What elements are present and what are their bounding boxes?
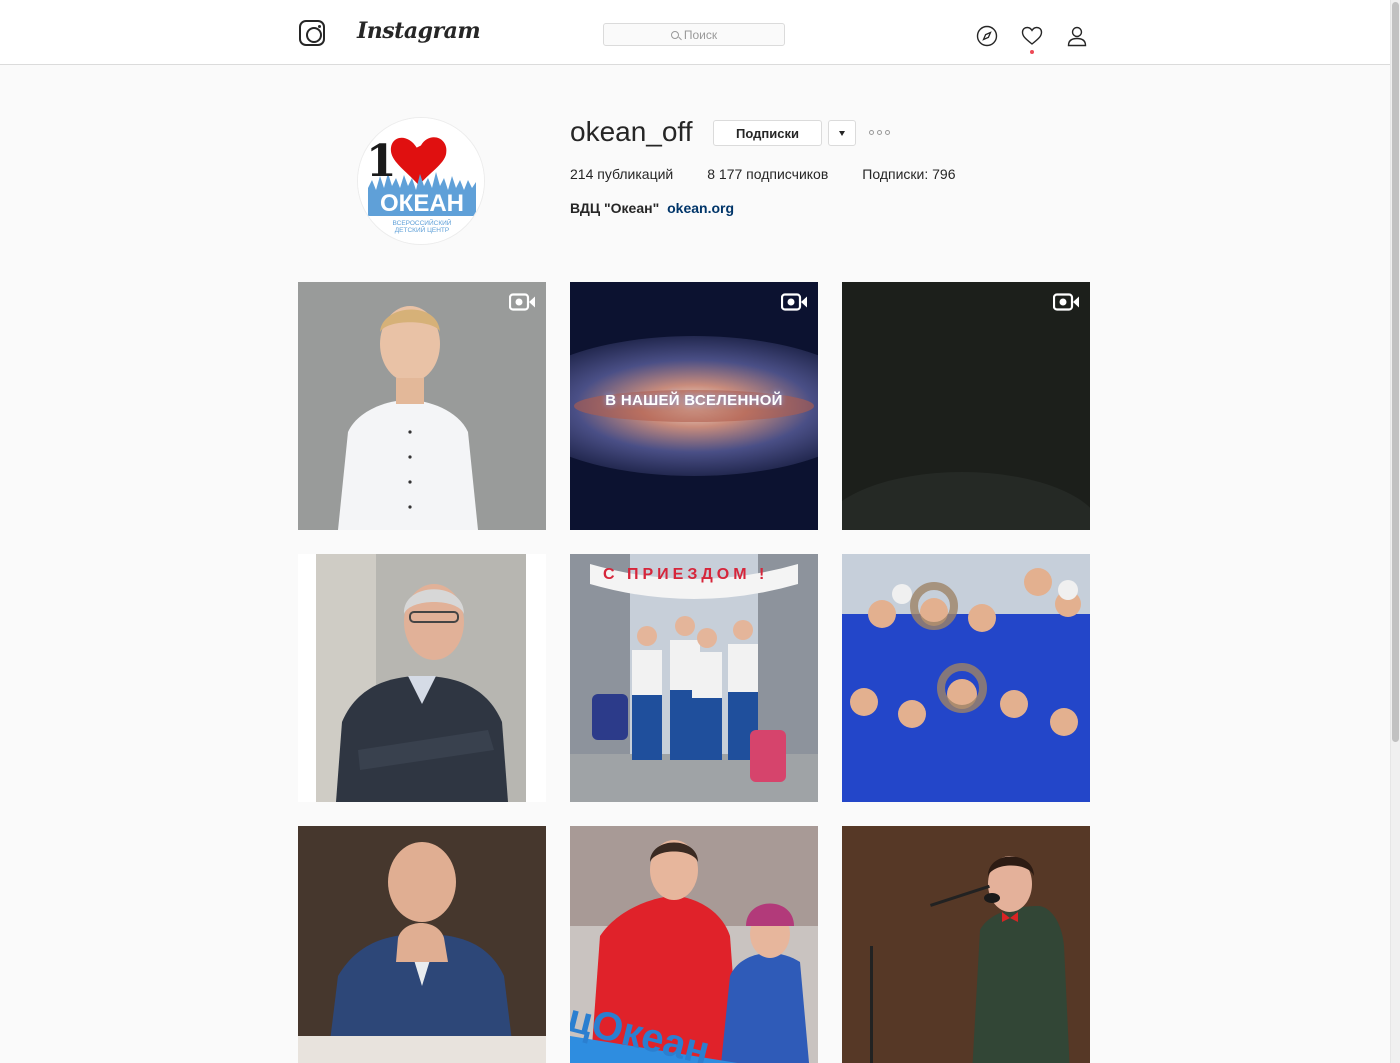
post-image	[842, 282, 1090, 530]
okean-logo-image: 1 ОКЕАН ВСЕРОССИЙСКИЙ ДЕТСКИЙ ЦЕНТР	[358, 118, 484, 244]
post-image	[298, 826, 546, 1063]
logo-number-one: 1	[366, 136, 397, 187]
heart-icon[interactable]	[1021, 25, 1043, 47]
video-camera-icon	[781, 293, 807, 311]
post-tile[interactable]	[298, 554, 546, 802]
following-button[interactable]: Подписки	[713, 120, 822, 146]
video-camera-icon	[1053, 293, 1079, 311]
following-count[interactable]: Подписки: 796	[862, 166, 955, 182]
post-image	[842, 554, 1090, 802]
logo-okean-text: ОКЕАН	[380, 190, 464, 217]
chevron-down-icon	[839, 130, 845, 136]
video-camera-icon	[509, 293, 535, 311]
top-navigation-bar: Instagram Поиск	[0, 0, 1400, 65]
followers-count[interactable]: 8 177 подписчиков	[707, 166, 828, 182]
post-overlay-caption: В НАШЕЙ ВСЕЛЕННОЙ	[605, 392, 783, 409]
post-overlay-caption: С ПРИЕЗДОМ !	[603, 566, 769, 583]
page-scrollbar[interactable]	[1390, 0, 1400, 1063]
bio-full-name: ВДЦ "Океан"	[570, 200, 660, 216]
profile-username: okean_off	[570, 116, 693, 147]
profile-avatar[interactable]: 1 ОКЕАН ВСЕРОССИЙСКИЙ ДЕТСКИЙ ЦЕНТР	[357, 117, 485, 245]
post-image	[570, 554, 818, 802]
search-icon	[670, 30, 679, 39]
more-dot-icon	[885, 129, 890, 135]
scrollbar-thumb[interactable]	[1392, 2, 1399, 742]
suggestions-dropdown-button[interactable]	[828, 120, 856, 146]
post-image	[842, 826, 1090, 1063]
more-dot-icon	[869, 129, 874, 135]
logo-subtitle-2: ДЕТСКИЙ ЦЕНТР	[395, 225, 449, 234]
more-dot-icon	[877, 129, 882, 135]
post-tile[interactable]	[842, 282, 1090, 530]
post-tile[interactable]: С ПРИЕЗДОМ !	[570, 554, 818, 802]
user-icon[interactable]	[1066, 25, 1088, 47]
more-options-button[interactable]	[869, 126, 893, 138]
instagram-wordmark[interactable]: Instagram	[357, 18, 481, 44]
activity-notification-dot	[1030, 50, 1034, 54]
compass-icon[interactable]	[976, 25, 998, 47]
instagram-glyph-icon[interactable]	[299, 20, 325, 46]
bio-website-link[interactable]: okean.org	[667, 200, 734, 216]
post-tile[interactable]	[298, 282, 546, 530]
post-tile[interactable]	[842, 554, 1090, 802]
post-tile[interactable]: В НАШЕЙ ВСЕЛЕННОЙ	[570, 282, 818, 530]
profile-stats: 214 публикаций 8 177 подписчиков Подписк…	[570, 166, 989, 182]
post-tile[interactable]	[298, 826, 546, 1063]
post-image	[298, 554, 546, 802]
post-tile[interactable]	[842, 826, 1090, 1063]
logo-subtitle-1: ВСЕРОССИЙСКИЙ	[393, 218, 452, 227]
search-input[interactable]: Поиск	[603, 23, 785, 46]
post-image	[298, 282, 546, 530]
posts-count: 214 публикаций	[570, 166, 674, 182]
post-tile[interactable]: цОкеан	[570, 826, 818, 1063]
profile-bio: ВДЦ "Океан" okean.org	[570, 200, 734, 216]
search-placeholder: Поиск	[683, 27, 718, 42]
